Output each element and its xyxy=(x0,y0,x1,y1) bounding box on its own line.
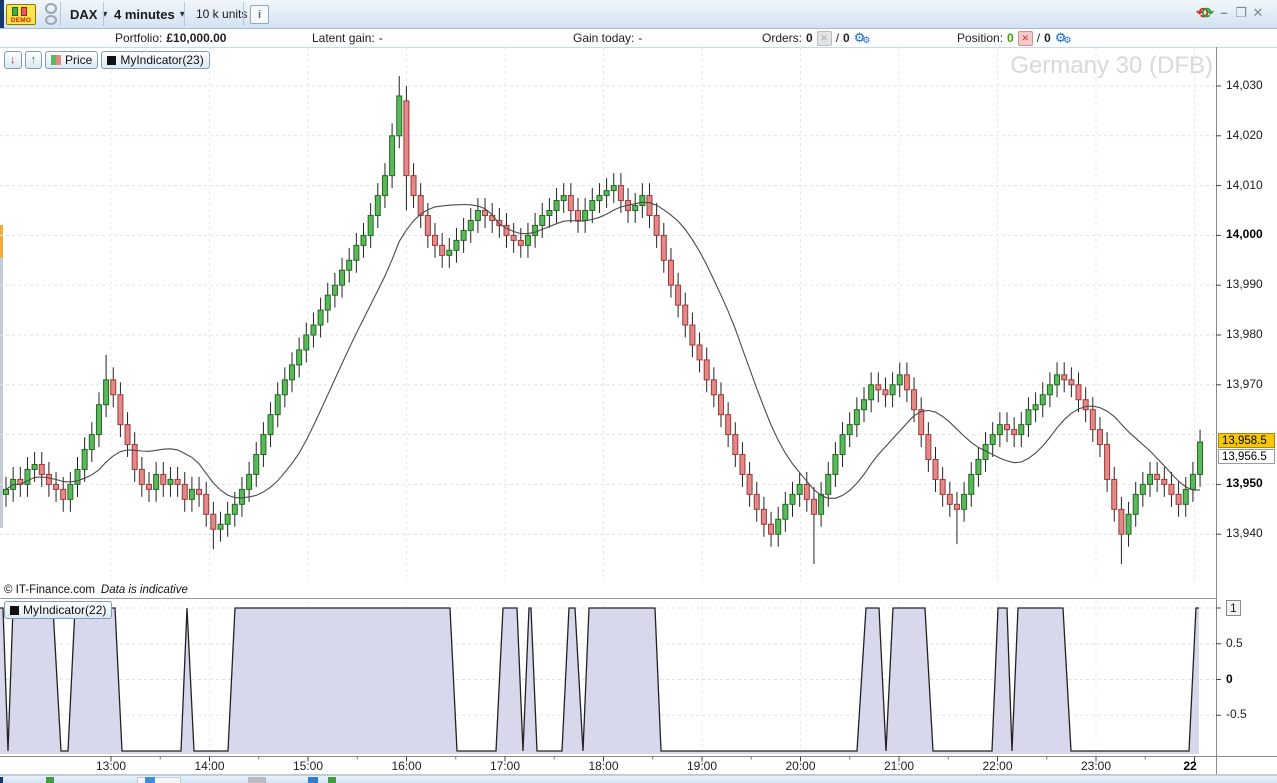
buy-button[interactable]: ↑ xyxy=(24,51,42,69)
price-chart-canvas[interactable] xyxy=(0,0,1277,783)
price-series-label: Price xyxy=(65,53,93,67)
indicator22-button[interactable]: MyIndicator(22) xyxy=(4,601,113,619)
copyright-note: © IT-Finance.com Data is indicative xyxy=(4,584,188,596)
prev-price-tag: 13,956.5 xyxy=(1218,449,1275,464)
chart-legend: ↓ ↑ Price MyIndicator(23) xyxy=(4,51,210,69)
price-series-button[interactable]: Price xyxy=(45,51,99,69)
candles-icon xyxy=(51,55,61,65)
arrow-down-icon: ↓ xyxy=(10,54,16,66)
last-price-tag: 13,958.5 xyxy=(1218,433,1275,448)
indicator23-label: MyIndicator(23) xyxy=(120,53,204,67)
indicator22-panel-legend: MyIndicator(22) xyxy=(4,601,113,619)
sell-button[interactable]: ↓ xyxy=(4,51,22,69)
indicator23-button[interactable]: MyIndicator(23) xyxy=(101,51,210,69)
instrument-watermark: Germany 30 (DFB) xyxy=(1010,52,1213,79)
taskbar-fragment xyxy=(145,777,155,783)
indicator-swatch-icon xyxy=(107,55,117,65)
arrow-up-icon: ↑ xyxy=(30,54,37,66)
taskbar-sliver xyxy=(0,775,1277,783)
taskbar-fragment xyxy=(328,777,336,783)
taskbar-fragment xyxy=(248,777,266,783)
indicator22-label: MyIndicator(22) xyxy=(23,603,107,617)
taskbar-fragment xyxy=(46,777,54,783)
taskbar-fragment xyxy=(308,777,318,783)
trading-platform-window: DEMO DAX ▾ 4 minutes ▾ 10 k units ▾ i ⟲⟳… xyxy=(0,0,1277,783)
taskbar-fragment xyxy=(137,777,181,783)
indicator-swatch-icon xyxy=(10,605,19,615)
